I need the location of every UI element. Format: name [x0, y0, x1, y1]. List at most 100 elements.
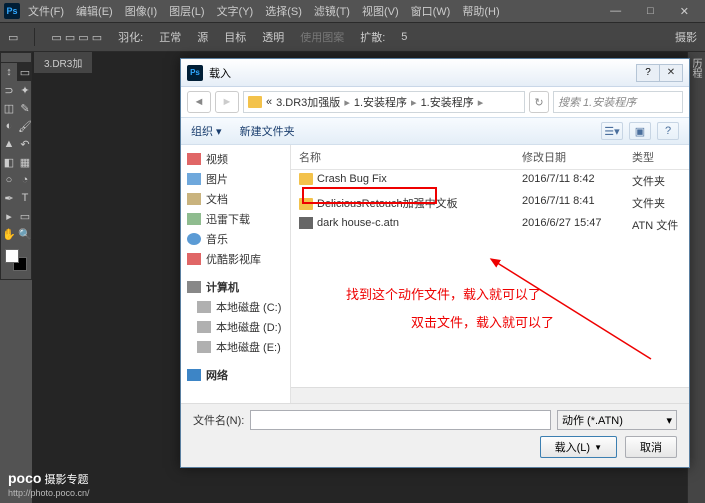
path-select-icon[interactable]: ▸	[1, 207, 17, 225]
cancel-button[interactable]: 取消	[625, 436, 677, 458]
target-label: 目标	[224, 29, 246, 45]
window-controls: — □ ✕	[610, 5, 701, 18]
dialog-bottom: 文件名(N): 动作 (*.ATN)▾ 载入(L) ▼ 取消	[181, 403, 689, 467]
file-list-header[interactable]: 名称 修改日期 类型	[291, 145, 689, 170]
menu-layer[interactable]: 图层(L)	[169, 3, 204, 19]
diffusion-value[interactable]: 5	[401, 31, 407, 43]
annotation-text-1: 找到这个动作文件，载入就可以了	[346, 284, 541, 303]
menu-type[interactable]: 文字(Y)	[217, 3, 254, 19]
nav-computer[interactable]: 计算机	[187, 277, 284, 297]
source-label: 源	[197, 29, 208, 45]
type-tool-icon[interactable]: T	[17, 189, 33, 207]
breadcrumb[interactable]: « 3.DR3加强版▸ 1.安装程序▸ 1.安装程序▸	[243, 91, 525, 113]
ps-icon: Ps	[187, 65, 203, 81]
use-pattern: 使用图案	[300, 29, 344, 45]
document-tab[interactable]: 3.DR3加	[34, 52, 92, 73]
crumb-2[interactable]: 1.安装程序	[421, 94, 474, 110]
gradient-tool-icon[interactable]: ▦	[17, 153, 33, 171]
nav-downloads[interactable]: 迅雷下载	[187, 209, 284, 229]
horizontal-scrollbar[interactable]	[291, 387, 689, 403]
back-button[interactable]: ◄	[187, 91, 211, 113]
pen-tool-icon[interactable]: ✒	[1, 189, 17, 207]
transparent-label: 透明	[262, 29, 284, 45]
menu-file[interactable]: 文件(F)	[28, 3, 64, 19]
nav-docs[interactable]: 文档	[187, 189, 284, 209]
nav-video[interactable]: 视频	[187, 149, 284, 169]
crumb-1[interactable]: 1.安装程序	[354, 94, 407, 110]
hand-tool-icon[interactable]: ✋	[1, 225, 17, 243]
marquee-tool-icon[interactable]: ▭	[17, 63, 33, 81]
eyedropper-icon[interactable]: ✎	[17, 99, 33, 117]
dialog-toolbar: 组织 ▾ 新建文件夹 ☰▾ ▣ ?	[181, 117, 689, 145]
zoom-tool-icon[interactable]: 🔍	[17, 225, 33, 243]
photoshop-menubar: Ps 文件(F) 编辑(E) 图像(I) 图层(L) 文字(Y) 选择(S) 滤…	[0, 0, 705, 22]
annotation-highlight	[302, 187, 437, 204]
organize-menu[interactable]: 组织 ▾	[191, 123, 222, 139]
load-dialog: Ps 载入 ? ✕ ◄ ► « 3.DR3加强版▸ 1.安装程序▸ 1.安装程序…	[180, 58, 690, 468]
lasso-tool-icon[interactable]: ⊃	[1, 81, 17, 99]
blur-tool-icon[interactable]: ○	[1, 171, 17, 189]
brush-tool-icon[interactable]: 🖌	[17, 117, 33, 135]
stamp-tool-icon[interactable]: ▲	[1, 135, 17, 153]
dodge-tool-icon[interactable]: ◔	[17, 171, 33, 189]
menu-view[interactable]: 视图(V)	[362, 3, 399, 19]
close-icon[interactable]: ✕	[659, 64, 683, 82]
col-date[interactable]: 修改日期	[514, 149, 624, 165]
nav-tree[interactable]: 视频 图片 文档 迅雷下载 音乐 优酷影视库 计算机 本地磁盘 (C:) 本地磁…	[181, 145, 291, 405]
feather-label: 羽化:	[118, 29, 143, 45]
file-list: 名称 修改日期 类型 Crash Bug Fix 2016/7/11 8:42 …	[291, 145, 689, 405]
color-swatch[interactable]	[3, 249, 29, 273]
history-panel-label[interactable]: 历程	[688, 58, 703, 78]
mode-dropdown[interactable]: 摄影	[675, 29, 697, 45]
minimize-icon[interactable]: —	[610, 5, 621, 18]
watermark: poco 摄影专题 http://photo.poco.cn/	[0, 466, 98, 503]
load-button[interactable]: 载入(L) ▼	[540, 436, 617, 458]
move-tool-icon[interactable]: ↕	[1, 63, 17, 81]
file-row[interactable]: dark house-c.atn 2016/6/27 15:47 ATN 文件	[291, 214, 689, 236]
filename-input[interactable]	[250, 410, 551, 430]
menu-filter[interactable]: 滤镜(T)	[314, 3, 350, 19]
close-icon[interactable]: ✕	[680, 5, 689, 18]
menu-edit[interactable]: 编辑(E)	[76, 3, 113, 19]
nav-disk-d[interactable]: 本地磁盘 (D:)	[187, 317, 284, 337]
nav-disk-c[interactable]: 本地磁盘 (C:)	[187, 297, 284, 317]
preview-pane-icon[interactable]: ▣	[629, 122, 651, 140]
menu-image[interactable]: 图像(I)	[125, 3, 157, 19]
marquee-tool-icon[interactable]: ▭	[8, 31, 18, 44]
eraser-tool-icon[interactable]: ◧	[1, 153, 17, 171]
maximize-icon[interactable]: □	[647, 5, 654, 18]
new-folder-button[interactable]: 新建文件夹	[240, 123, 295, 139]
refresh-button[interactable]: ↻	[529, 91, 549, 113]
col-name[interactable]: 名称	[291, 149, 514, 165]
foreground-color[interactable]	[5, 249, 19, 263]
history-brush-icon[interactable]: ↶	[17, 135, 33, 153]
help-icon[interactable]: ?	[636, 64, 660, 82]
nav-music[interactable]: 音乐	[187, 229, 284, 249]
help-icon[interactable]: ?	[657, 122, 679, 140]
filename-label: 文件名(N):	[193, 412, 244, 428]
menu-help[interactable]: 帮助(H)	[462, 3, 499, 19]
toolbox: ↕ ▭ ⊃ ✦ ◫ ✎ ◐ 🖌 ▲ ↶ ◧ ▦ ○ ◔ ✒ T ▸ ▭ ✋ 🔍	[0, 52, 32, 280]
crumb-0[interactable]: 3.DR3加强版	[276, 94, 340, 110]
nav-network[interactable]: 网络	[187, 365, 284, 385]
view-mode-icon[interactable]: ☰▾	[601, 122, 623, 140]
dialog-title: 载入	[209, 65, 231, 81]
dialog-titlebar[interactable]: Ps 载入 ? ✕	[181, 59, 689, 87]
heal-brush-icon[interactable]: ◐	[1, 117, 17, 135]
menu-select[interactable]: 选择(S)	[265, 3, 302, 19]
forward-button[interactable]: ►	[215, 91, 239, 113]
nav-pictures[interactable]: 图片	[187, 169, 284, 189]
ps-logo: Ps	[4, 3, 20, 19]
toolbox-grip[interactable]	[1, 53, 31, 63]
nav-youku[interactable]: 优酷影视库	[187, 249, 284, 269]
col-type[interactable]: 类型	[624, 149, 689, 165]
crop-tool-icon[interactable]: ◫	[1, 99, 17, 117]
diffusion-label: 扩散:	[360, 29, 385, 45]
quick-select-icon[interactable]: ✦	[17, 81, 33, 99]
nav-disk-e[interactable]: 本地磁盘 (E:)	[187, 337, 284, 357]
mode-normal[interactable]: 正常	[159, 29, 181, 45]
filetype-combo[interactable]: 动作 (*.ATN)▾	[557, 410, 677, 430]
search-input[interactable]: 搜索 1.安装程序	[553, 91, 683, 113]
shape-tool-icon[interactable]: ▭	[17, 207, 33, 225]
menu-window[interactable]: 窗口(W)	[411, 3, 451, 19]
